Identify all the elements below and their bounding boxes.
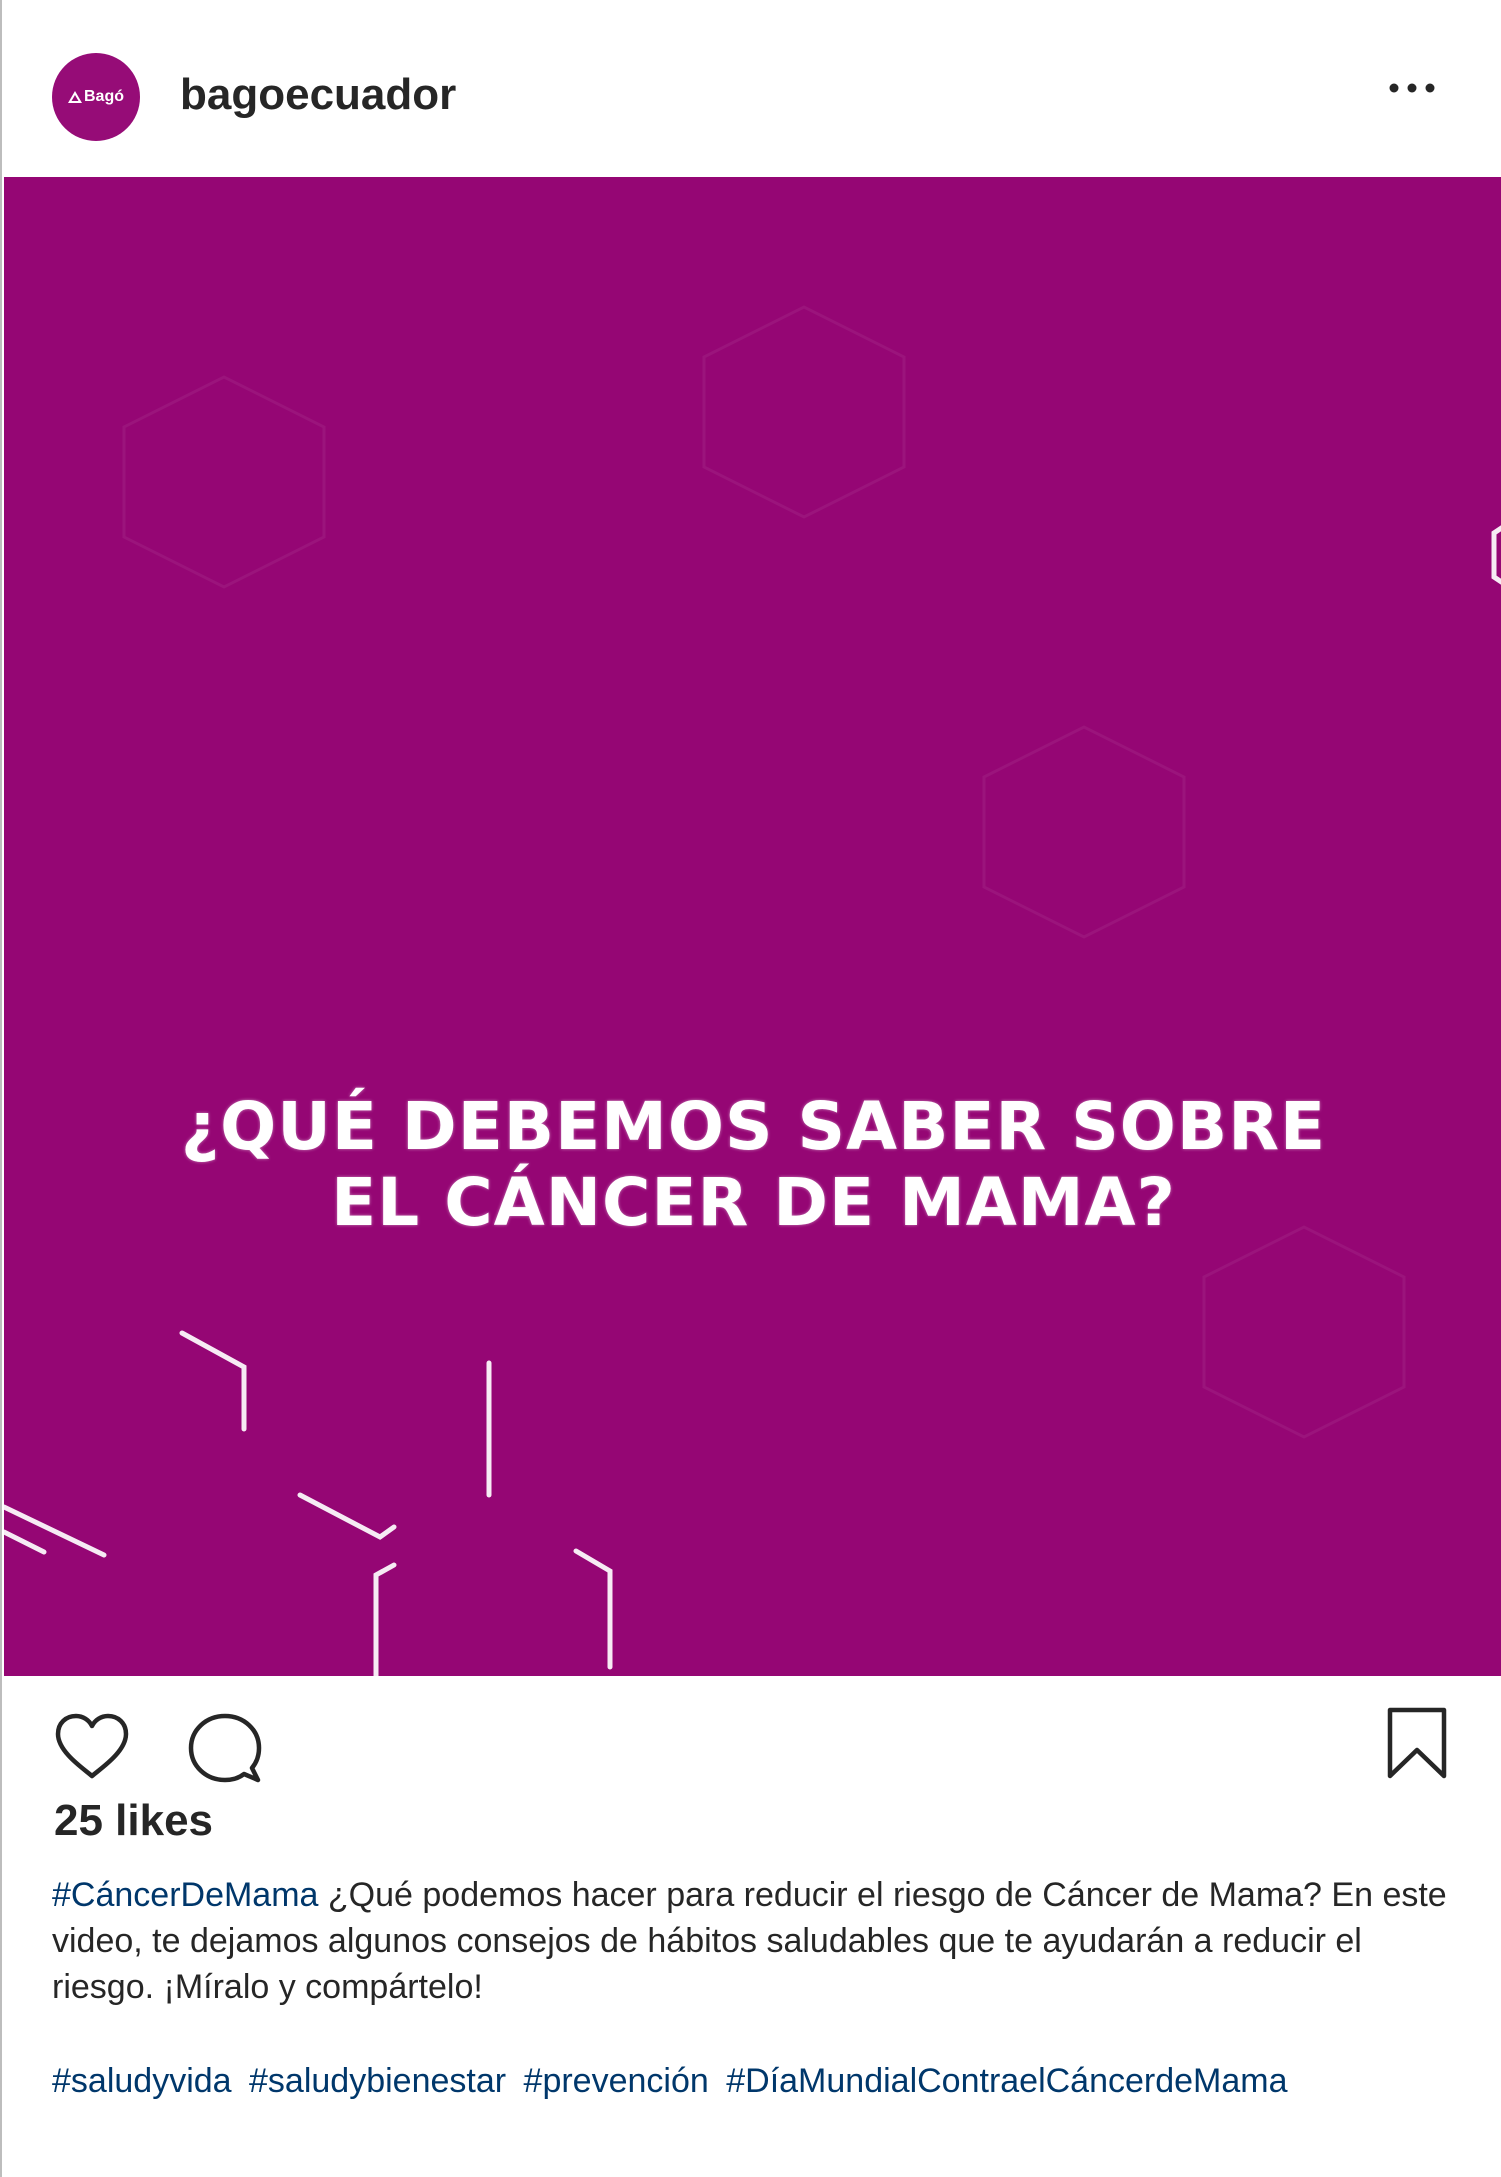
hashtag-link[interactable]: #prevención	[524, 2062, 709, 2100]
post-media[interactable]: ¿QUÉ DEBEMOS SABER SOBRE EL CÁNCER DE MA…	[4, 177, 1501, 1676]
caption-hashtag-link[interactable]: #CáncerDeMama	[52, 1876, 318, 1914]
post-caption: #CáncerDeMama ¿Qué podemos hacer para re…	[52, 1872, 1462, 2010]
media-title-line-2: EL CÁNCER DE MAMA?	[331, 1164, 1176, 1241]
comment-button[interactable]	[188, 1712, 262, 1786]
media-title-line-1: ¿QUÉ DEBEMOS SABER SOBRE	[180, 1088, 1327, 1165]
likes-count[interactable]: 25 likes	[54, 1796, 213, 1846]
more-options-button[interactable]	[1382, 70, 1442, 106]
bago-logo: Bagó	[68, 88, 124, 106]
avatar-logo-text: Bagó	[84, 88, 124, 105]
avatar[interactable]: Bagó	[52, 53, 140, 141]
hashtag-list: #saludyvida #saludybienestar #prevención…	[52, 2058, 1472, 2104]
save-button[interactable]	[1386, 1706, 1448, 1780]
ellipsis-icon	[1389, 83, 1435, 93]
instagram-post: Bagó bagoecuador ¿QUÉ DEBEMOS SABER SOBR…	[0, 0, 1501, 2177]
bookmark-icon	[1387, 1707, 1447, 1779]
username[interactable]: bagoecuador	[180, 70, 456, 120]
heart-icon	[55, 1713, 129, 1779]
decorative-lines	[4, 305, 1501, 1676]
hashtag-link[interactable]: #DíaMundialContraelCáncerdeMama	[726, 2062, 1287, 2100]
post-header: Bagó bagoecuador	[2, 0, 1501, 177]
action-bar	[2, 1676, 1501, 1786]
like-button[interactable]	[54, 1712, 130, 1780]
hashtag-link[interactable]: #saludybienestar	[249, 2062, 506, 2100]
hashtag-link[interactable]: #saludyvida	[52, 2062, 232, 2100]
logo-triangle-icon	[68, 91, 82, 103]
media-title: ¿QUÉ DEBEMOS SABER SOBRE EL CÁNCER DE MA…	[4, 1089, 1501, 1241]
comment-bubble-icon	[188, 1713, 262, 1783]
